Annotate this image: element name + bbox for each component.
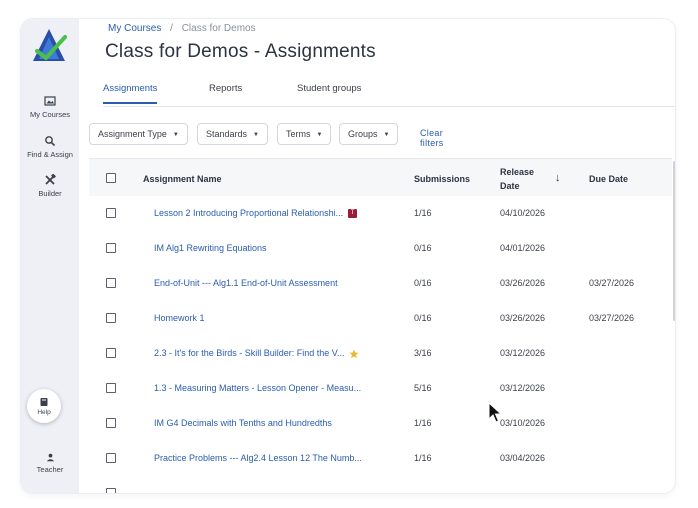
help-label: Help <box>37 409 51 416</box>
breadcrumb: My Courses / Class for Demos <box>108 23 256 34</box>
header-due-date[interactable]: Due Date <box>589 174 628 184</box>
app-window: My Courses Find & Assign Builder Help Te… <box>21 19 675 493</box>
tab-assignments[interactable]: Assignments <box>103 83 158 104</box>
submissions-count: 1/16 <box>414 453 432 463</box>
row-checkbox[interactable] <box>106 418 116 428</box>
assignment-name-link[interactable]: End-of-Unit --- Alg1.1 End-of-Unit Asses… <box>154 278 338 288</box>
caret-down-icon: ▼ <box>316 131 323 138</box>
table-row[interactable]: IM Alg1 Rewriting Equations 0/16 04/01/2… <box>89 231 672 267</box>
sidebar-item-my-courses[interactable]: My Courses <box>21 95 79 119</box>
header-assignment-name[interactable]: Assignment Name <box>143 174 222 184</box>
submissions-count: 0/16 <box>414 278 432 288</box>
filter-label: Assignment Type <box>98 129 167 139</box>
filter-label: Standards <box>206 129 248 139</box>
sidebar-item-label: My Courses <box>29 110 70 119</box>
image-icon <box>44 96 56 106</box>
release-date: 03/12/2026 <box>500 383 546 393</box>
header-release-date-line2[interactable]: Date <box>500 181 520 191</box>
release-date: 04/01/2026 <box>500 243 546 253</box>
caret-down-icon: ▼ <box>172 131 179 138</box>
assignment-name-link[interactable]: Practice Problems --- Alg2.4 Lesson 12 T… <box>154 453 362 463</box>
user-icon <box>46 453 54 462</box>
row-checkbox[interactable] <box>106 278 116 288</box>
release-date: 03/12/2026 <box>500 348 546 358</box>
release-date: 03/04/2026 <box>500 453 546 463</box>
header-release-date-line1[interactable]: Release <box>500 167 534 177</box>
badge-t-icon: T <box>348 209 358 219</box>
caret-down-icon: ▼ <box>253 131 259 138</box>
due-date: 03/27/2026 <box>589 278 635 288</box>
row-checkbox[interactable] <box>106 243 116 253</box>
sidebar-item-label: Builder <box>38 189 62 198</box>
app-logo[interactable] <box>29 27 69 65</box>
assignment-name-link[interactable]: 2.3 - It's for the Birds - Skill Builder… <box>154 348 360 359</box>
star-icon <box>349 349 360 358</box>
assignment-name-link[interactable]: Lesson 2 Introducing Proportional Relati… <box>154 208 358 219</box>
tools-icon <box>45 174 56 185</box>
tab-student-groups[interactable]: Student groups <box>297 83 361 102</box>
table-row[interactable]: 2.3 - It's for the Birds - Skill Builder… <box>89 336 672 372</box>
clear-filters-button[interactable]: Clear filters <box>420 128 444 148</box>
submissions-count: 0/16 <box>414 243 432 253</box>
breadcrumb-current: Class for Demos <box>181 23 256 34</box>
submissions-count: 5/16 <box>414 383 432 393</box>
sort-descending-icon[interactable]: ↓ <box>555 172 561 184</box>
due-date: 03/27/2026 <box>589 313 635 323</box>
assignment-type-filter[interactable]: Assignment Type ▼ <box>89 123 188 145</box>
tab-reports[interactable]: Reports <box>209 83 242 102</box>
release-date: 03/10/2026 <box>500 418 546 428</box>
standards-filter[interactable]: Standards ▼ <box>197 123 268 145</box>
table-row[interactable]: 1.3 - Measuring Matters - Lesson Opener … <box>89 371 672 407</box>
row-checkbox[interactable] <box>106 453 116 463</box>
select-all-checkbox[interactable] <box>106 173 116 183</box>
header-submissions[interactable]: Submissions <box>414 174 470 184</box>
search-icon <box>45 136 56 147</box>
filter-label: Groups <box>348 129 378 139</box>
table-row-partial[interactable] <box>89 476 672 493</box>
submissions-count: 1/16 <box>414 208 432 218</box>
assignment-name-link[interactable]: 1.3 - Measuring Matters - Lesson Opener … <box>154 383 361 393</box>
row-checkbox[interactable] <box>106 348 116 358</box>
row-checkbox[interactable] <box>106 488 116 493</box>
assignment-name: 2.3 - It's for the Birds - Skill Builder… <box>154 348 345 358</box>
page-title: Class for Demos - Assignments <box>105 41 376 62</box>
tab-bar: Assignments Reports Student groups <box>103 75 675 107</box>
main-content: My Courses / Class for Demos Class for D… <box>79 19 675 493</box>
assignment-name-link[interactable]: Homework 1 <box>154 313 205 323</box>
filter-label: Terms <box>286 129 311 139</box>
help-button[interactable]: Help <box>27 389 61 423</box>
groups-filter[interactable]: Groups ▼ <box>339 123 399 145</box>
teacher-label: Teacher <box>36 465 64 474</box>
sidebar-item-label: Find & Assign <box>27 150 73 159</box>
breadcrumb-link-my-courses[interactable]: My Courses <box>108 23 161 34</box>
mouse-cursor-icon <box>488 402 502 423</box>
table-row[interactable]: Lesson 2 Introducing Proportional Relati… <box>89 196 672 232</box>
row-checkbox[interactable] <box>106 383 116 393</box>
row-checkbox[interactable] <box>106 208 116 218</box>
terms-filter[interactable]: Terms ▼ <box>277 123 332 145</box>
sidebar: My Courses Find & Assign Builder Help Te… <box>21 19 79 493</box>
table-scrollbar[interactable] <box>673 161 675 321</box>
assignment-name-link[interactable]: IM Alg1 Rewriting Equations <box>154 243 267 253</box>
release-date: 04/10/2026 <box>500 208 546 218</box>
table-header: Assignment Name Submissions Release Date… <box>89 158 672 197</box>
table-row[interactable]: End-of-Unit --- Alg1.1 End-of-Unit Asses… <box>89 266 672 302</box>
sidebar-item-builder[interactable]: Builder <box>21 174 79 198</box>
release-date: 03/26/2026 <box>500 313 546 323</box>
assignment-name: Lesson 2 Introducing Proportional Relati… <box>154 208 344 218</box>
assignment-name-link[interactable]: IM G4 Decimals with Tenths and Hundredth… <box>154 418 332 428</box>
submissions-count: 3/16 <box>414 348 432 358</box>
caret-down-icon: ▼ <box>383 131 390 138</box>
sidebar-item-find-assign[interactable]: Find & Assign <box>21 135 79 159</box>
row-checkbox[interactable] <box>106 313 116 323</box>
table-row[interactable]: Homework 1 0/16 03/26/2026 03/27/2026 <box>89 301 672 337</box>
table-row[interactable]: Practice Problems --- Alg2.4 Lesson 12 T… <box>89 441 672 477</box>
table-row[interactable]: IM G4 Decimals with Tenths and Hundredth… <box>89 406 672 442</box>
submissions-count: 0/16 <box>414 313 432 323</box>
submissions-count: 1/16 <box>414 418 432 428</box>
teacher-account[interactable]: Teacher <box>21 453 79 474</box>
breadcrumb-separator: / <box>170 23 173 34</box>
help-book-icon <box>40 398 48 406</box>
release-date: 03/26/2026 <box>500 278 546 288</box>
